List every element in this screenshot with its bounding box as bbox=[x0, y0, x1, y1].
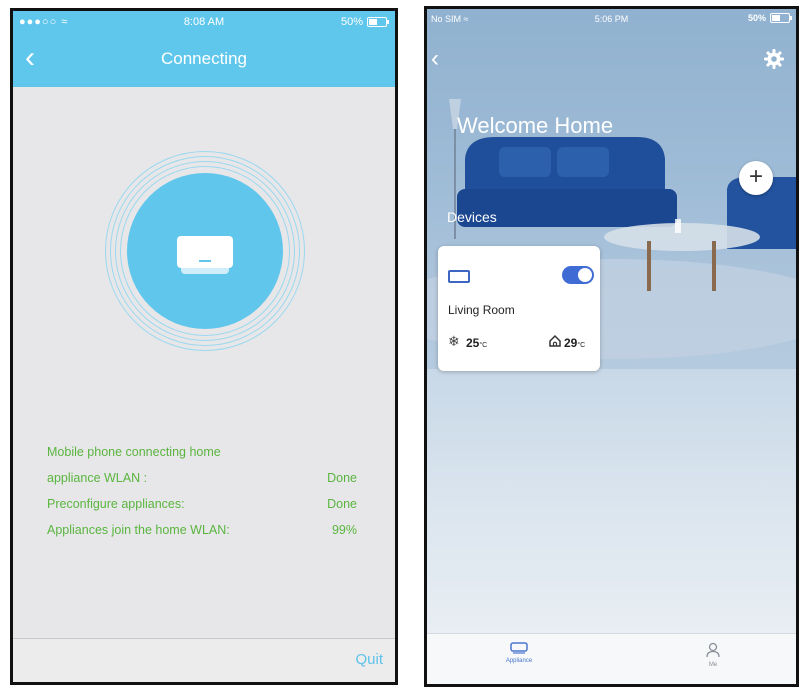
toggle-knob bbox=[578, 268, 592, 282]
welcome-heading: Welcome Home bbox=[457, 113, 614, 138]
tab-label: Me bbox=[708, 662, 718, 668]
tab-appliance[interactable]: Appliance bbox=[479, 642, 559, 664]
nav-bar: ‹ Connecting bbox=[13, 33, 395, 87]
connecting-screen: ●●●○○ ≈ 8:08 AM 50% ‹ Connecting Mobile … bbox=[10, 8, 398, 685]
page-title: Connecting bbox=[160, 49, 247, 68]
status-bar: ●●●○○ ≈ 8:08 AM 50% bbox=[13, 11, 395, 33]
status-time: 8:08 AM bbox=[183, 16, 225, 28]
gear-icon[interactable] bbox=[764, 49, 784, 74]
tab-label: Appliance bbox=[505, 658, 533, 664]
status-row: Mobile phone connecting home bbox=[47, 439, 367, 465]
room-temperature: 29°C bbox=[564, 336, 585, 350]
battery-indicator: 50% bbox=[340, 16, 389, 28]
room-temperature-value: 29 bbox=[564, 336, 578, 350]
battery-percent: 50% bbox=[340, 16, 363, 28]
home-icon bbox=[548, 334, 562, 353]
bottom-bar: Quit bbox=[13, 638, 395, 682]
status-label: Appliances join the home WLAN: bbox=[47, 523, 230, 537]
battery-icon bbox=[770, 13, 792, 23]
add-device-button[interactable]: + bbox=[739, 161, 773, 195]
battery-indicator: 50% bbox=[747, 13, 792, 23]
status-value: 99% bbox=[331, 523, 357, 537]
air-conditioner-icon bbox=[448, 270, 470, 283]
status-bar: No SIM ≈ 5:06 PM 50% bbox=[427, 9, 796, 29]
air-conditioner-icon bbox=[177, 236, 233, 274]
back-chevron-icon[interactable]: ‹ bbox=[431, 47, 439, 71]
status-value: Done bbox=[327, 471, 357, 485]
appliance-icon bbox=[510, 642, 528, 654]
power-toggle[interactable] bbox=[562, 266, 594, 284]
plus-icon: + bbox=[748, 163, 763, 190]
quit-button[interactable]: Quit bbox=[355, 651, 383, 668]
temperature-unit: °C bbox=[479, 342, 488, 349]
battery-percent: 50% bbox=[747, 13, 766, 23]
set-temperature: 25°C bbox=[466, 336, 487, 350]
status-value: Done bbox=[327, 497, 357, 511]
status-label: Preconfigure appliances: bbox=[47, 497, 185, 511]
connecting-animation bbox=[105, 151, 305, 351]
devices-section-label: Devices bbox=[447, 209, 497, 225]
status-row: appliance WLAN : Done bbox=[47, 465, 367, 491]
status-time: 5:06 PM bbox=[594, 14, 629, 24]
connection-status-list: Mobile phone connecting home appliance W… bbox=[47, 439, 367, 543]
tab-bar: Appliance Me bbox=[427, 633, 796, 684]
person-icon bbox=[706, 642, 720, 658]
battery-icon bbox=[367, 17, 389, 27]
status-row: Appliances join the home WLAN: 99% bbox=[47, 517, 367, 543]
temperature-unit: °C bbox=[577, 342, 586, 349]
status-label: Mobile phone connecting home bbox=[47, 445, 221, 459]
set-temperature-value: 25 bbox=[466, 336, 480, 350]
status-label: appliance WLAN : bbox=[47, 471, 148, 485]
device-name: Living Room bbox=[448, 303, 515, 317]
status-row: Preconfigure appliances: Done bbox=[47, 491, 367, 517]
tab-me[interactable]: Me bbox=[673, 642, 753, 668]
appliance-circle bbox=[127, 173, 283, 329]
home-screen: No SIM ≈ 5:06 PM 50% ‹ Welcome Home + De… bbox=[424, 6, 799, 687]
device-card[interactable]: Living Room ❄ 25°C 29°C bbox=[438, 246, 600, 371]
snowflake-icon: ❄ bbox=[448, 333, 460, 349]
